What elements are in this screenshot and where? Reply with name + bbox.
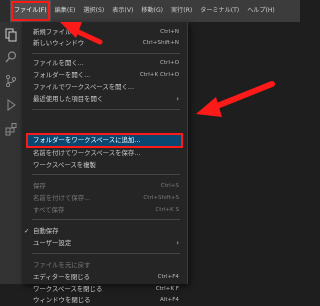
menu-selection[interactable]: 選択(S) (79, 0, 108, 22)
menu-run[interactable]: 実行(R) (167, 0, 196, 22)
menu-item-shortcut: Ctrl+O (159, 60, 179, 66)
menu-item-save[interactable]: 保存 Ctrl+S (28, 181, 181, 192)
menu-item-new-window[interactable]: 新しいウィンドウ Ctrl+Shift+N (28, 38, 181, 49)
menu-item-label: 新規ファイル (33, 28, 72, 36)
menu-separator (32, 53, 180, 54)
menu-item-label: ファイルを元に戻す (33, 261, 91, 269)
menu-item-open-recent[interactable]: 最近使用した項目を開く › (28, 94, 181, 105)
menu-item-add-folder-to-workspace[interactable]: フォルダーをワークスペースに追加... (26, 133, 183, 148)
menu-separator (32, 109, 180, 110)
checkmark-icon: ✓ (24, 227, 30, 235)
menu-item-label: すべて保存 (33, 206, 65, 214)
chevron-right-icon: › (176, 239, 179, 247)
menu-item-revert-file[interactable]: ファイルを元に戻す (28, 260, 181, 271)
run-debug-icon[interactable] (4, 98, 18, 112)
file-menu-dropdown: 新規ファイル Ctrl+N 新しいウィンドウ Ctrl+Shift+N ファイル… (22, 22, 188, 304)
menu-item-duplicate-workspace[interactable]: ワークスペースを複製 (28, 160, 181, 171)
menu-item-label: エディターを閉じる (33, 273, 91, 281)
menu-item-label: ワークスペースを閉じる (33, 285, 103, 293)
menu-item-label: 新しいウィンドウ (33, 39, 85, 47)
menu-item-open-workspace-from-file[interactable]: ファイルでワークスペースを開く... (28, 82, 181, 93)
menu-item-label: ファイルを開く... (33, 59, 84, 67)
menu-item-close-editor[interactable]: エディターを閉じる Ctrl+F4 (28, 272, 181, 283)
menu-item-label: フォルダーをワークスペースに追加... (33, 136, 141, 144)
menu-help[interactable]: ヘルプ(H) (243, 0, 279, 22)
menu-item-open-folder[interactable]: フォルダーを開く... Ctrl+K Ctrl+O (28, 70, 181, 81)
menu-item-shortcut: Alt+F4 (159, 297, 179, 303)
menu-terminal[interactable]: ターミナル(T) (196, 0, 243, 22)
menu-item-label: フォルダーを開く... (33, 71, 91, 79)
app-icon (0, 0, 10, 22)
menu-separator (32, 219, 180, 220)
menu-item-shortcut: Ctrl+K Ctrl+O (139, 72, 179, 78)
chevron-right-icon: › (176, 95, 179, 103)
menu-item-label: ファイルでワークスペースを開く... (33, 83, 134, 91)
source-control-icon[interactable] (4, 74, 18, 88)
menu-item-close-window[interactable]: ウィンドウを閉じる Alt+F4 (28, 295, 181, 306)
explorer-icon[interactable] (4, 28, 18, 42)
menu-item-save-as[interactable]: 名前を付けて保存... Ctrl+Shift+S (28, 193, 181, 204)
search-icon[interactable] (4, 50, 18, 64)
menu-item-close-workspace[interactable]: ワークスペースを閉じる Ctrl+K F (28, 284, 181, 295)
menu-go[interactable]: 移動(G) (137, 0, 167, 22)
menu-item-open-file[interactable]: ファイルを開く... Ctrl+O (28, 58, 181, 69)
menu-item-shortcut: Ctrl+K F (155, 286, 179, 292)
menu-item-save-all[interactable]: すべて保存 Ctrl+K S (28, 205, 181, 216)
menu-separator (32, 174, 180, 175)
menu-item-label: 名前を付けて保存... (33, 194, 91, 202)
menu-item-shortcut: Ctrl+Shift+S (143, 195, 179, 201)
menu-file[interactable]: ファイル(F) (10, 0, 51, 22)
menu-item-shortcut: Ctrl+S (160, 183, 179, 189)
menu-item-preferences[interactable]: ユーザー設定 › (28, 238, 181, 249)
menu-item-shortcut: Ctrl+N (160, 29, 179, 35)
menu-item-label: 自動保存 (33, 227, 59, 235)
menu-item-label: 名前を付けてワークスペースを保存... (33, 149, 141, 157)
menu-item-label: ワークスペースを複製 (33, 161, 96, 169)
menu-item-label: ユーザー設定 (33, 239, 72, 247)
menu-item-shortcut: Ctrl+K S (155, 207, 179, 213)
menu-item-new-file[interactable]: 新規ファイル Ctrl+N (28, 27, 181, 38)
menu-edit[interactable]: 編集(E) (51, 0, 80, 22)
menu-item-shortcut: Ctrl+F4 (157, 274, 179, 280)
menu-item-shortcut: Ctrl+Shift+N (142, 40, 179, 46)
menu-separator (32, 253, 180, 254)
menu-view[interactable]: 表示(V) (108, 0, 137, 22)
activity-bar (0, 22, 22, 284)
menu-item-label: ウィンドウを閉じる (33, 296, 91, 304)
menu-item-label: 最近使用した項目を開く (33, 95, 104, 103)
menu-item-label: 保存 (33, 182, 46, 190)
menu-bar: ファイル(F) 編集(E) 選択(S) 表示(V) 移動(G) 実行(R) ター… (0, 0, 300, 22)
menu-item-auto-save[interactable]: ✓ 自動保存 (24, 226, 181, 237)
extensions-icon[interactable] (4, 122, 18, 136)
menu-item-save-workspace-as[interactable]: 名前を付けてワークスペースを保存... (28, 148, 181, 159)
